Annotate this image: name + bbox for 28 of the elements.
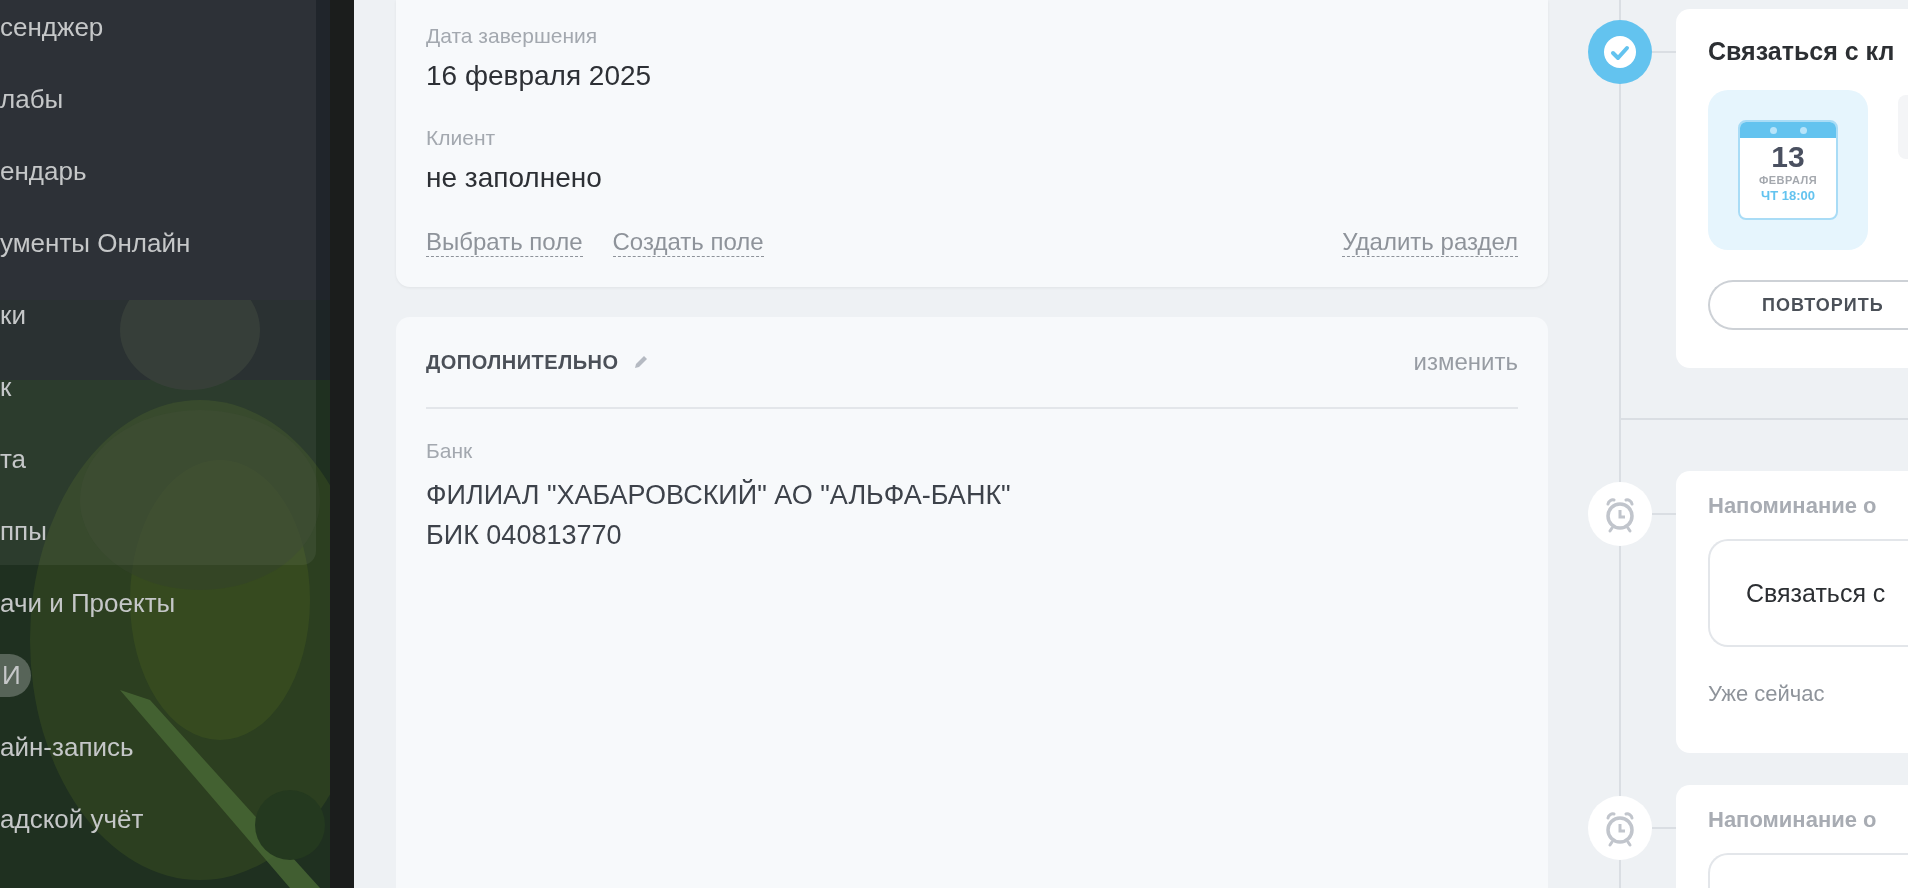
sidebar-item[interactable]: ачи и Проекты (0, 587, 176, 619)
section-title: ДОПОЛНИТЕЛЬНО (426, 350, 619, 374)
sidebar-item[interactable]: адской учёт (0, 803, 144, 835)
field-value: ФИЛИАЛ "ХАБАРОВСКИЙ" АО "АЛЬФА-БАНК" БИК 040813770 (426, 478, 1012, 552)
sidebar-item[interactable]: лабы (0, 83, 64, 115)
repeat-button[interactable]: ПОВТОРИТЬ (1708, 280, 1908, 330)
field-value: 16 февраля 2025 (426, 60, 653, 92)
sidebar-item[interactable]: ументы Онлайн (0, 227, 191, 259)
field-value: не заполнено (426, 162, 603, 194)
reminder-text-box: Связаться с (1708, 539, 1908, 647)
sidebar-item[interactable]: ендарь (0, 155, 87, 187)
calendar-date: 13 ФЕВРАЛЯ ЧТ 18:00 (1738, 120, 1838, 220)
date-tile[interactable]: 13 ФЕВРАЛЯ ЧТ 18:00 (1708, 90, 1868, 250)
field-label: Клиент (426, 126, 497, 150)
sidebar-item[interactable]: ппы (0, 515, 47, 547)
field-label: Банк (426, 439, 474, 463)
reminder-time: Уже сейчас (1708, 681, 1826, 707)
sidebar-badge[interactable]: И (0, 653, 31, 697)
sidebar-item[interactable]: сенджер (0, 11, 104, 43)
sidebar-item[interactable]: айн-запись (0, 731, 134, 763)
sidebar-item[interactable]: та (0, 443, 27, 475)
pencil-icon[interactable] (632, 354, 649, 370)
reminder-title: Напоминание о (1708, 807, 1878, 833)
sidebar-item[interactable]: к (0, 371, 12, 403)
task-title: Связаться с кл (1708, 37, 1896, 66)
field-label: Дата завершения (426, 24, 599, 48)
reminder-title: Напоминание о (1708, 493, 1878, 519)
sidebar-item[interactable]: ки (0, 299, 26, 331)
